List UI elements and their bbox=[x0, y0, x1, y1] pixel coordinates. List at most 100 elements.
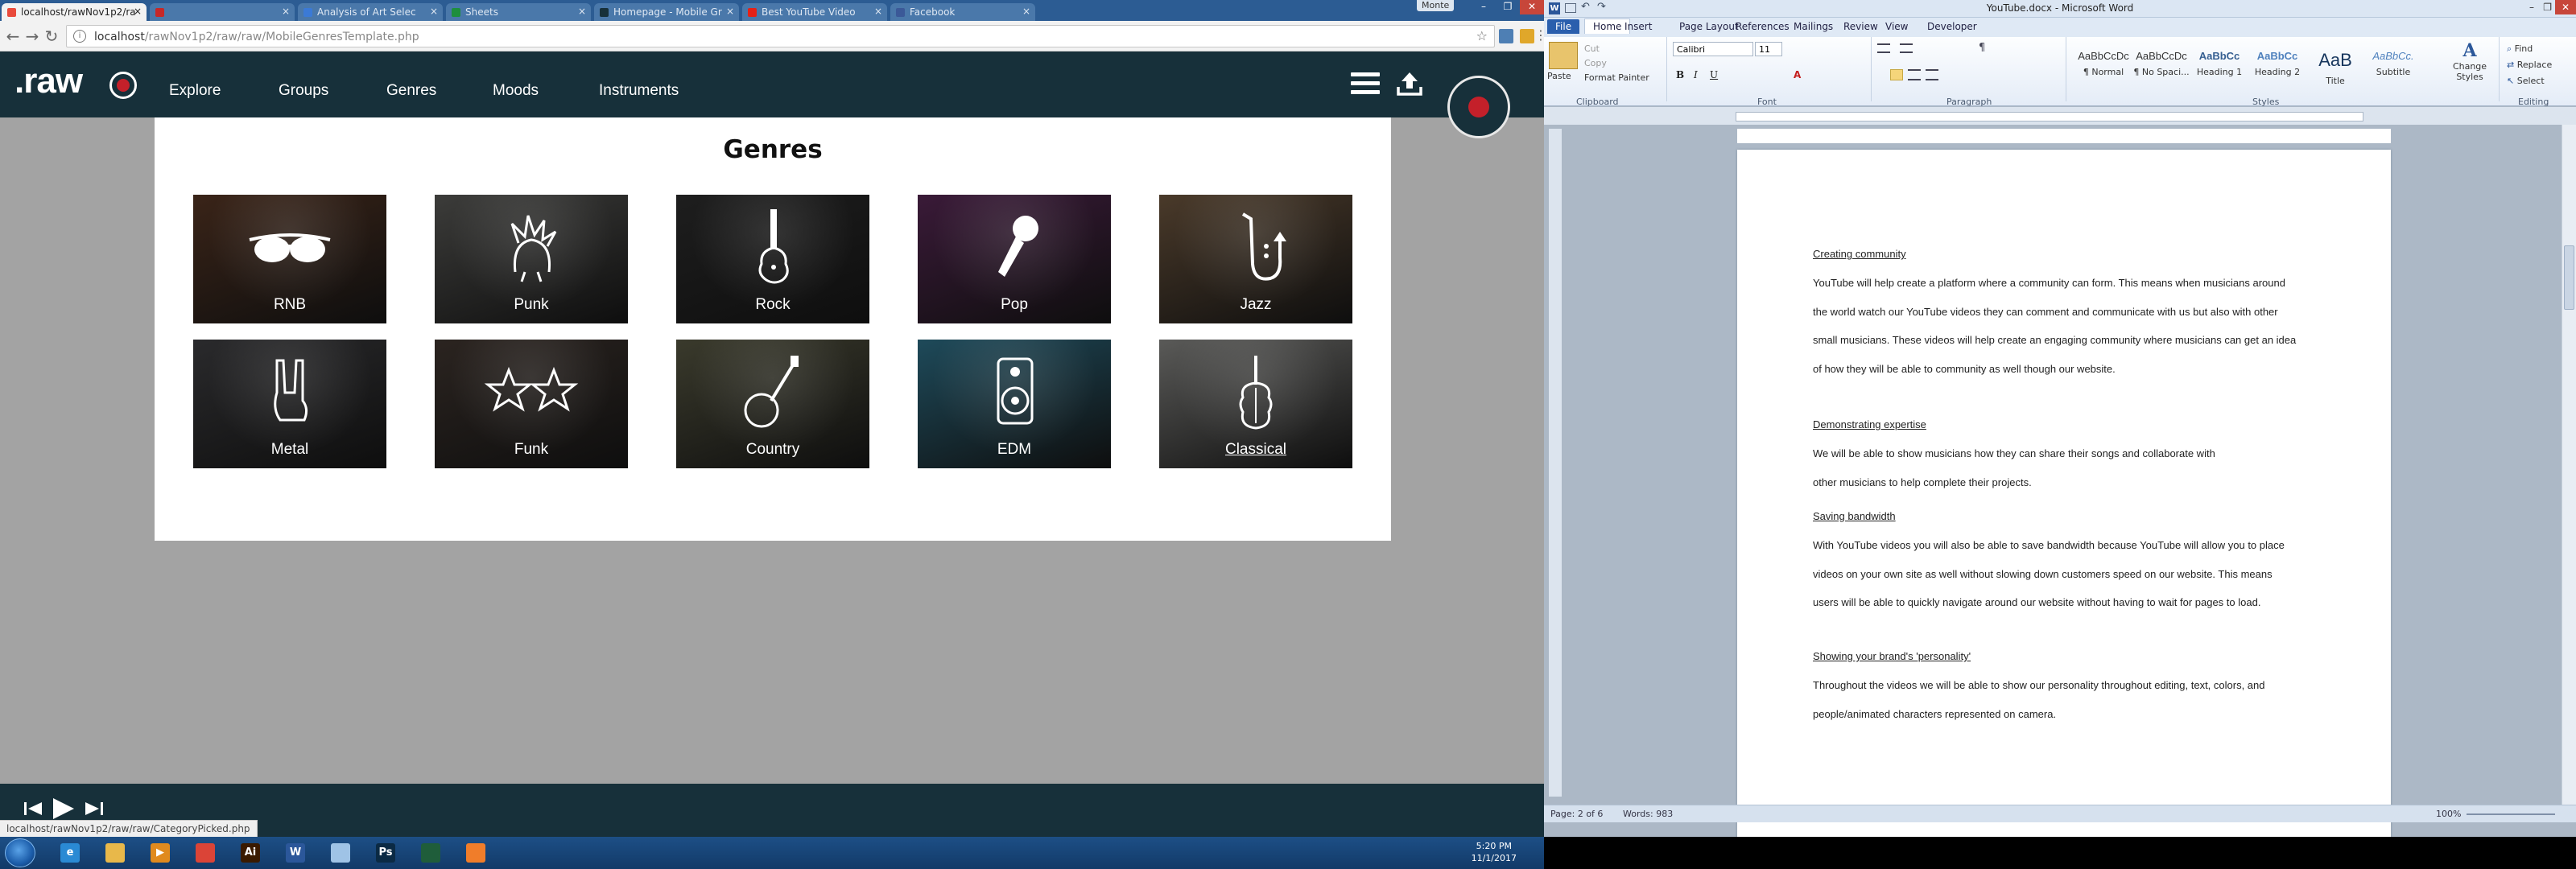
find-button[interactable]: ⌕ Find bbox=[2507, 43, 2533, 55]
play-icon[interactable] bbox=[50, 797, 76, 821]
section-heading[interactable]: Showing your brand's 'personality' bbox=[1813, 650, 2336, 662]
cut-button[interactable]: Cut bbox=[1584, 43, 1600, 54]
info-icon[interactable]: i bbox=[73, 30, 86, 43]
zoom-slider[interactable] bbox=[2467, 813, 2555, 815]
ribbon-tab-file[interactable]: File bbox=[1547, 19, 1580, 34]
ribbon-tab-mailings[interactable]: Mailings bbox=[1794, 21, 1833, 32]
star-icon[interactable]: ☆ bbox=[1476, 28, 1488, 43]
genre-card-rock[interactable]: Rock bbox=[676, 195, 869, 323]
font-color-icon[interactable]: A bbox=[1794, 69, 1801, 80]
taskbar-app[interactable]: ▶ bbox=[140, 839, 180, 867]
paste-button[interactable]: Paste bbox=[1547, 71, 1571, 81]
taskbar-app[interactable] bbox=[95, 839, 135, 867]
browser-tab[interactable]: Best YouTube Video × bbox=[742, 3, 887, 21]
numbering-icon[interactable] bbox=[1900, 43, 1913, 53]
profile-button[interactable]: Monte bbox=[1417, 0, 1455, 11]
browser-tab[interactable]: × bbox=[150, 3, 295, 21]
align-center-icon[interactable] bbox=[1908, 69, 1921, 80]
browser-tab[interactable]: localhost/rawNov1p2/ra × bbox=[2, 3, 147, 21]
style-subtitle[interactable]: AaBbCc. Subtitle bbox=[2365, 43, 2421, 87]
copy-button[interactable]: Copy bbox=[1584, 58, 1607, 68]
site-logo[interactable]: .raw bbox=[14, 61, 83, 101]
taskbar-app[interactable] bbox=[320, 839, 361, 867]
bold-icon[interactable]: B bbox=[1676, 69, 1684, 80]
genre-card-jazz[interactable]: Jazz bbox=[1159, 195, 1352, 323]
ribbon-tab-developer[interactable]: Developer bbox=[1927, 21, 1977, 32]
browser-tab[interactable]: Analysis of Art Selec × bbox=[298, 3, 443, 21]
vertical-ruler[interactable] bbox=[1549, 129, 1562, 797]
underline-icon[interactable]: U bbox=[1710, 69, 1718, 80]
tab-close-icon[interactable]: × bbox=[874, 6, 882, 17]
system-clock[interactable]: 5:20 PM 11/1/2017 bbox=[1472, 840, 1517, 864]
style-normal[interactable]: AaBbCcDc ¶ Normal bbox=[2075, 43, 2132, 87]
vertical-scrollbar[interactable] bbox=[2562, 125, 2576, 805]
page-count[interactable]: Page: 2 of 6 bbox=[1550, 809, 1603, 819]
nav-instruments[interactable]: Instruments bbox=[599, 82, 679, 100]
section-heading[interactable]: Creating community bbox=[1813, 248, 2336, 260]
format-painter-button[interactable]: Format Painter bbox=[1584, 72, 1649, 83]
replace-button[interactable]: ⇄ Replace bbox=[2507, 60, 2552, 70]
extension-icon[interactable] bbox=[1499, 29, 1513, 43]
nav-moods[interactable]: Moods bbox=[493, 82, 539, 100]
genre-card-edm[interactable]: EDM bbox=[918, 340, 1111, 468]
ribbon-tab-view[interactable]: View bbox=[1885, 21, 1908, 32]
genre-card-funk[interactable]: Funk bbox=[435, 340, 628, 468]
maximize-button[interactable]: ❐ bbox=[1496, 0, 1520, 14]
align-left-icon[interactable] bbox=[1890, 69, 1903, 80]
genre-card-pop[interactable]: Pop bbox=[918, 195, 1111, 323]
browser-tab[interactable]: Sheets × bbox=[446, 3, 591, 21]
taskbar-app[interactable] bbox=[411, 839, 451, 867]
document-page[interactable]: Creating community YouTube will help crea… bbox=[1737, 150, 2391, 842]
section-body[interactable]: Throughout the videos we will be able to… bbox=[1813, 671, 2336, 728]
taskbar-app[interactable]: Ai bbox=[230, 839, 270, 867]
nav-explore[interactable]: Explore bbox=[169, 82, 221, 100]
section-body[interactable]: We will be able to show musicians how th… bbox=[1813, 439, 2336, 496]
taskbar-app[interactable] bbox=[456, 839, 496, 867]
font-name-select[interactable]: Calibri bbox=[1673, 42, 1753, 56]
forward-icon[interactable]: → bbox=[23, 27, 42, 47]
ribbon-tab-home[interactable]: Home bbox=[1584, 19, 1631, 34]
taskbar-app[interactable]: Ps bbox=[365, 839, 406, 867]
nav-groups[interactable]: Groups bbox=[279, 82, 328, 100]
genre-card-country[interactable]: Country bbox=[676, 340, 869, 468]
taskbar-app[interactable]: W bbox=[275, 839, 316, 867]
zoom-level[interactable]: 100% bbox=[2436, 809, 2461, 819]
section-heading[interactable]: Demonstrating expertise bbox=[1813, 418, 2336, 430]
section-body[interactable]: With YouTube videos you will also be abl… bbox=[1813, 531, 2336, 617]
minimize-button[interactable]: – bbox=[1472, 0, 1496, 14]
section-heading[interactable]: Saving bandwidth bbox=[1813, 510, 2336, 522]
genre-card-classical[interactable]: Classical bbox=[1159, 340, 1352, 468]
ribbon-tab-insert[interactable]: Insert bbox=[1624, 21, 1652, 32]
ribbon-tab-review[interactable]: Review bbox=[1843, 21, 1878, 32]
scroll-thumb[interactable] bbox=[2564, 245, 2574, 310]
paste-icon[interactable] bbox=[1549, 42, 1578, 69]
style-title[interactable]: AaB Title bbox=[2307, 43, 2363, 87]
browser-tab[interactable]: Homepage - Mobile Gr × bbox=[594, 3, 739, 21]
ribbon-tab-page-layout[interactable]: Page Layout bbox=[1679, 21, 1739, 32]
minimize-button[interactable]: – bbox=[2529, 2, 2534, 13]
taskbar-app[interactable] bbox=[185, 839, 225, 867]
previous-track-icon[interactable] bbox=[23, 800, 43, 818]
browser-tab[interactable]: Facebook × bbox=[890, 3, 1035, 21]
align-right-icon[interactable] bbox=[1926, 69, 1938, 80]
style-heading-1[interactable]: AaBbCc Heading 1 bbox=[2191, 43, 2248, 87]
reload-icon[interactable]: ↻ bbox=[42, 27, 61, 47]
extension-icon[interactable] bbox=[1520, 29, 1534, 43]
close-button[interactable]: ✕ bbox=[2555, 0, 2576, 14]
genre-card-punk[interactable]: Punk bbox=[435, 195, 628, 323]
bullets-icon[interactable] bbox=[1877, 43, 1890, 53]
tab-close-icon[interactable]: × bbox=[282, 6, 290, 17]
horizontal-ruler[interactable] bbox=[1544, 107, 2576, 125]
tab-close-icon[interactable]: × bbox=[134, 6, 142, 17]
tab-close-icon[interactable]: × bbox=[578, 6, 586, 17]
hamburger-menu-icon[interactable] bbox=[1351, 72, 1380, 97]
word-count[interactable]: Words: 983 bbox=[1623, 809, 1673, 819]
font-size-select[interactable]: 11 bbox=[1755, 42, 1782, 56]
tab-close-icon[interactable]: × bbox=[1022, 6, 1030, 17]
address-bar[interactable]: i localhost/rawNov1p2/raw/raw/MobileGenr… bbox=[66, 25, 1495, 47]
style-no-spaci[interactable]: AaBbCcDc ¶ No Spaci... bbox=[2133, 43, 2190, 87]
taskbar-app[interactable]: e bbox=[50, 839, 90, 867]
section-body[interactable]: YouTube will help create a platform wher… bbox=[1813, 269, 2336, 383]
next-track-icon[interactable] bbox=[84, 800, 105, 818]
record-button[interactable] bbox=[1447, 76, 1510, 138]
